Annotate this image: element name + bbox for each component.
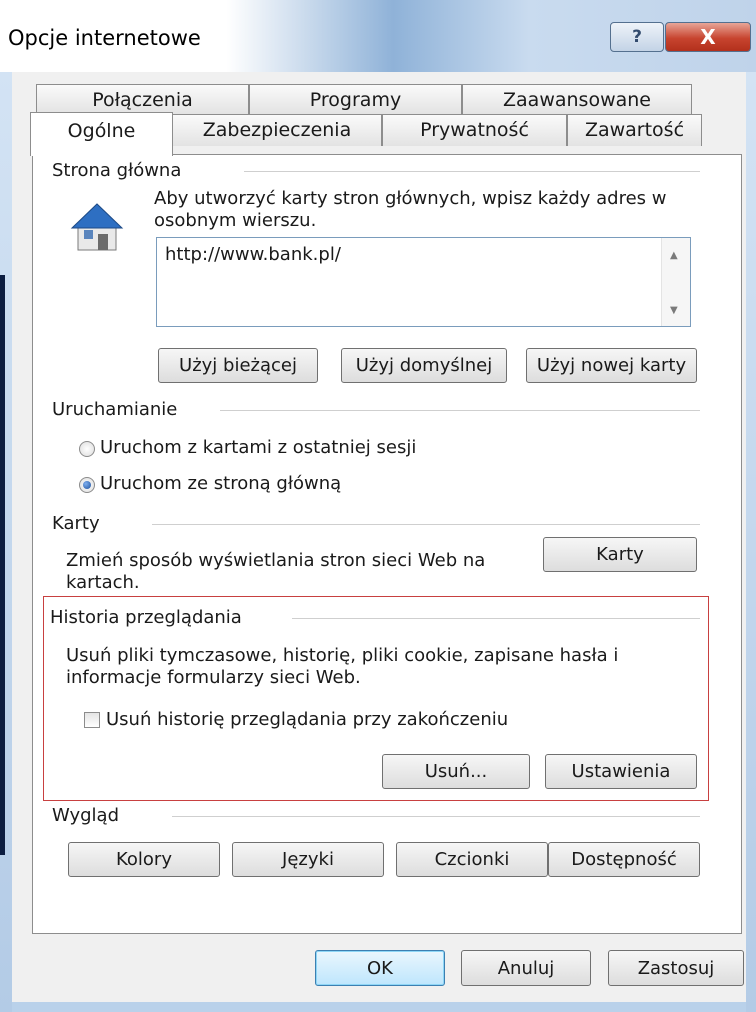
scroll-up-arrow-icon[interactable]: ▲ — [670, 250, 678, 261]
tab-content[interactable]: Zawartość — [567, 114, 702, 146]
scroll-down-arrow-icon[interactable]: ▼ — [670, 305, 678, 316]
close-button[interactable]: X — [665, 22, 751, 52]
home-page-url-value: http://www.bank.pl/ — [165, 244, 341, 265]
startup-divider — [220, 410, 700, 411]
tab-general[interactable]: Ogólne — [30, 112, 173, 156]
apply-button[interactable]: Zastosuj — [608, 950, 744, 986]
dialog-client-area: Połączenia Programy Zaawansowane Zabezpi… — [12, 72, 746, 1002]
home-page-divider — [244, 171, 700, 172]
tab-advanced[interactable]: Zaawansowane — [462, 84, 692, 114]
home-page-description-line1: Aby utworzyć karty stron głównych, wpisz… — [154, 188, 667, 209]
appearance-divider — [172, 816, 700, 817]
use-new-tab-button[interactable]: Użyj nowej karty — [526, 348, 697, 383]
accessibility-button[interactable]: Dostępność — [548, 842, 700, 877]
use-current-button[interactable]: Użyj bieżącej — [158, 348, 318, 383]
tabs-section-heading: Karty — [52, 513, 100, 534]
internet-options-dialog: Opcje internetowe ? X Połączenia Program… — [0, 0, 756, 1012]
tabs-section-divider — [152, 524, 700, 525]
startup-home-page-label[interactable]: Uruchom ze stroną główną — [100, 473, 341, 495]
home-icon — [70, 203, 124, 251]
tabs-settings-button[interactable]: Karty — [543, 537, 697, 572]
tab-security[interactable]: Zabezpieczenia — [172, 114, 382, 146]
help-button[interactable]: ? — [610, 22, 664, 52]
colors-button[interactable]: Kolory — [68, 842, 220, 877]
window-title: Opcje internetowe — [8, 26, 201, 50]
languages-button[interactable]: Języki — [232, 842, 384, 877]
appearance-heading: Wygląd — [52, 805, 120, 826]
title-bar[interactable]: Opcje internetowe ? X — [0, 0, 756, 72]
tab-programs[interactable]: Programy — [249, 84, 462, 114]
home-page-heading: Strona główna — [52, 160, 182, 181]
cancel-button[interactable]: Anuluj — [461, 950, 591, 986]
tab-connections[interactable]: Połączenia — [36, 84, 249, 114]
tabs-section-description-line2: kartach. — [66, 572, 140, 593]
url-scrollbar[interactable]: ▲ ▼ — [661, 238, 690, 326]
background-edge — [0, 275, 5, 855]
close-icon: X — [700, 25, 716, 49]
tab-privacy[interactable]: Prywatność — [382, 114, 567, 146]
browsing-history-highlight — [43, 596, 709, 801]
startup-home-page-radio[interactable] — [79, 477, 95, 493]
ok-button[interactable]: OK — [315, 950, 445, 986]
window-border-right — [746, 72, 756, 1012]
home-page-description-line2: osobnym wierszu. — [154, 210, 317, 231]
startup-heading: Uruchamianie — [52, 399, 178, 420]
tabs-section-description-line1: Zmień sposób wyświetlania stron sieci We… — [66, 550, 486, 571]
help-icon: ? — [632, 27, 642, 47]
startup-last-session-label[interactable]: Uruchom z kartami z ostatniej sesji — [100, 437, 416, 459]
startup-last-session-radio[interactable] — [79, 441, 95, 457]
use-default-button[interactable]: Użyj domyślnej — [341, 348, 507, 383]
home-page-url-textarea[interactable]: http://www.bank.pl/ ▲ ▼ — [156, 237, 691, 327]
fonts-button[interactable]: Czcionki — [396, 842, 548, 877]
